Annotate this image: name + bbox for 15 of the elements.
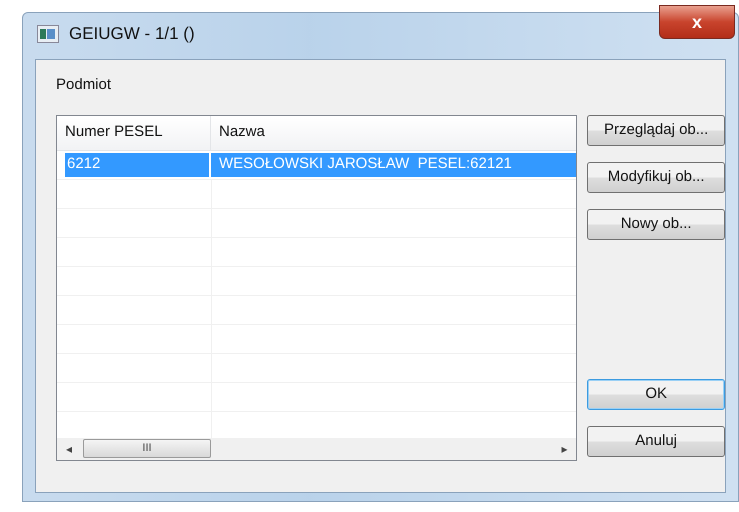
group-label: Podmiot — [56, 75, 112, 95]
ok-button[interactable]: OK — [587, 378, 725, 410]
scroll-left-arrow[interactable]: ◂ — [61, 440, 77, 458]
scroll-right-arrow[interactable]: ▸ — [556, 440, 572, 458]
side-button[interactable]: Nowy ob... — [587, 208, 725, 240]
column-header[interactable]: Numer PESEL — [57, 116, 211, 150]
cancel-button[interactable]: Anuluj — [587, 426, 725, 456]
side-button[interactable]: Modyfikuj ob... — [587, 162, 725, 192]
close-button[interactable]: x — [659, 5, 735, 39]
window-icon — [37, 25, 59, 43]
column-header[interactable]: Nazwa — [211, 116, 576, 150]
scroll-thumb[interactable]: III — [83, 439, 211, 458]
window-title: GEIUGW - 1/1 () — [69, 23, 195, 46]
horizontal-scrollbar[interactable]: ◂ III ▸ — [57, 438, 576, 460]
side-button[interactable]: Przeglądaj ob... — [587, 114, 725, 146]
